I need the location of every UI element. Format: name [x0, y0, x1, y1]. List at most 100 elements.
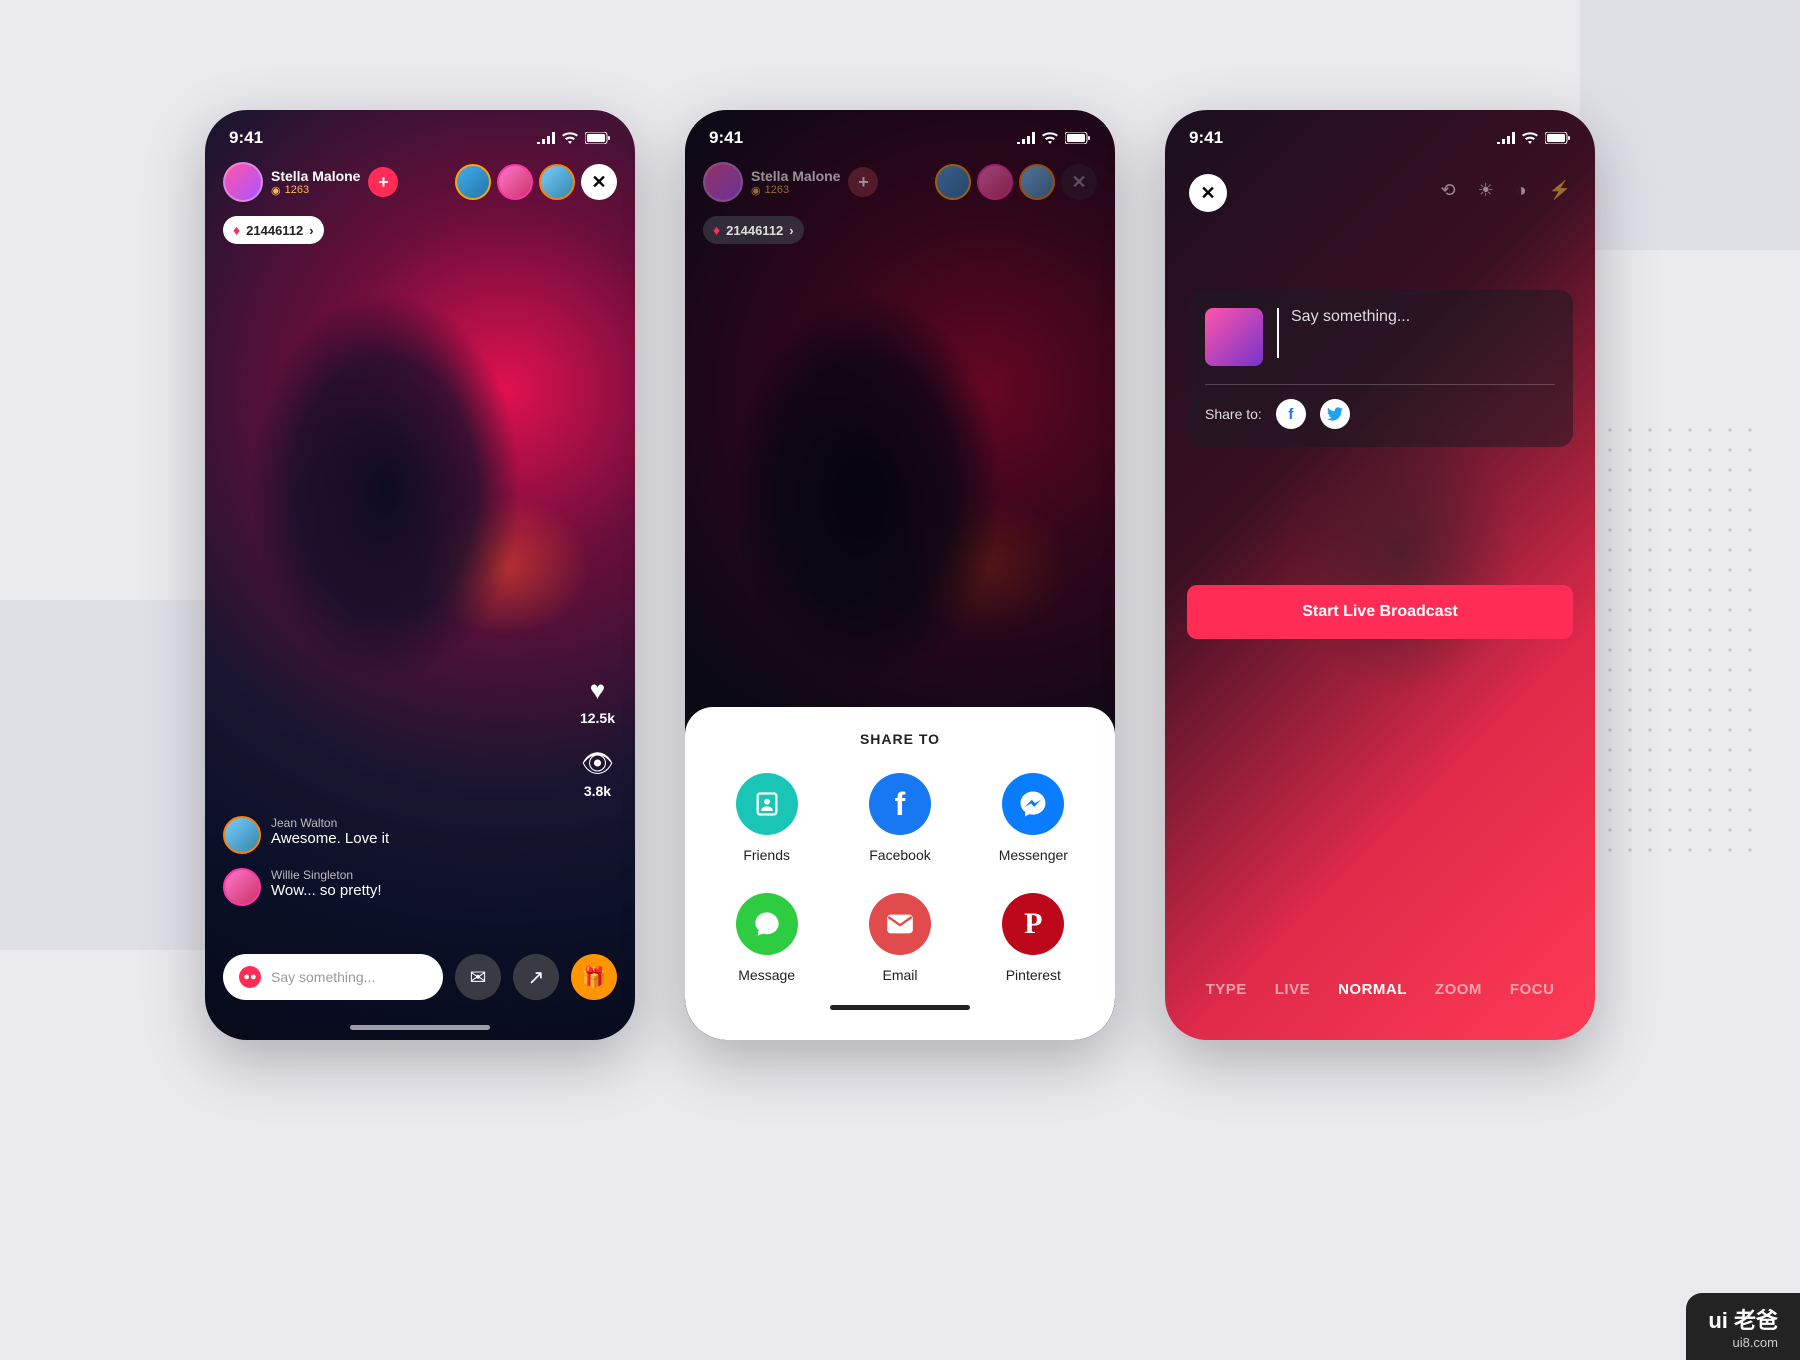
commenter-avatar[interactable]	[223, 868, 261, 906]
heart-icon: ♥	[580, 675, 615, 706]
wifi-icon	[1041, 132, 1059, 144]
wifi-icon	[1521, 132, 1539, 144]
start-broadcast-button[interactable]: Start Live Broadcast	[1187, 585, 1573, 639]
gems-badge: ♦ 21446112 ›	[703, 216, 804, 244]
home-indicator[interactable]	[830, 1005, 970, 1010]
viewer-avatar	[1019, 164, 1055, 200]
share-item-label: Email	[838, 967, 961, 983]
mail-icon: ✉	[470, 965, 487, 990]
wifi-icon	[561, 132, 579, 144]
viewer-avatar[interactable]	[497, 164, 533, 200]
camera-preview	[1165, 390, 1595, 1040]
brightness-icon[interactable]: ☀	[1478, 180, 1494, 201]
flash-icon[interactable]: ⚡	[1549, 180, 1571, 201]
gift-icon: 🎁	[582, 965, 607, 990]
inbox-button[interactable]: ✉	[455, 954, 501, 1000]
streamer-avatar[interactable]	[223, 162, 263, 202]
mode-focu[interactable]: FOCU	[1510, 981, 1555, 998]
share-item-pinterest[interactable]: P Pinterest	[972, 893, 1095, 983]
gem-icon: ♦	[233, 222, 240, 238]
close-button: ✕	[1061, 164, 1097, 200]
battery-icon	[1545, 132, 1571, 144]
caption-thumbnail[interactable]	[1205, 308, 1263, 366]
viewer-avatar	[935, 164, 971, 200]
comment-item: Willie Singleton Wow... so pretty!	[223, 868, 535, 906]
status-time: 9:41	[229, 128, 263, 148]
gift-button[interactable]: 🎁	[571, 954, 617, 1000]
email-icon	[869, 893, 931, 955]
streamer-name: Stella Malone	[751, 168, 840, 184]
messenger-icon	[1002, 773, 1064, 835]
mode-zoom[interactable]: ZOOM	[1435, 981, 1482, 998]
chat-input[interactable]: ●● Say something...	[223, 954, 443, 1000]
like-count: 12.5k	[580, 710, 615, 726]
streamer-view-count: ◉ 1263	[271, 184, 360, 197]
twitter-toggle[interactable]	[1320, 399, 1350, 429]
streamer-name: Stella Malone	[271, 168, 360, 184]
commenter-avatar[interactable]	[223, 816, 261, 854]
status-bar: 9:41	[205, 110, 635, 156]
streamer-header: Stella Malone ◉ 1263 + ✕	[685, 156, 1115, 208]
viewer-avatar	[977, 164, 1013, 200]
stream-video	[205, 280, 635, 800]
camera-mode-selector[interactable]: TYPE LIVE NORMAL ZOOM FOCU	[1165, 981, 1595, 998]
share-item-label: Friends	[705, 847, 828, 863]
share-sheet-title: SHARE TO	[705, 731, 1095, 747]
watermark: ui 老爸 ui8.com	[1686, 1293, 1800, 1360]
share-item-label: Messenger	[972, 847, 1095, 863]
watermark-brand: ui 老爸	[1708, 1303, 1778, 1335]
facebook-toggle[interactable]: f	[1276, 399, 1306, 429]
battery-icon	[1065, 132, 1091, 144]
comment-item: Jean Walton Awesome. Love it	[223, 816, 535, 854]
share-item-label: Message	[705, 967, 828, 983]
gem-icon: ♦	[713, 222, 720, 238]
status-bar: 9:41	[685, 110, 1115, 156]
follow-button[interactable]: +	[368, 167, 398, 197]
eye-icon: ◉	[271, 184, 281, 197]
divider	[1205, 384, 1555, 385]
commenter-name: Willie Singleton	[271, 868, 382, 882]
caption-card: Say something... Share to: f	[1187, 290, 1573, 447]
status-time: 9:41	[709, 128, 743, 148]
signal-icon	[1497, 132, 1515, 144]
pinterest-icon: P	[1002, 893, 1064, 955]
gems-count: 21446112	[726, 223, 783, 238]
share-icon: ↗	[528, 965, 545, 990]
mode-live[interactable]: LIVE	[1275, 981, 1310, 998]
share-to-label: Share to:	[1205, 406, 1262, 422]
share-item-facebook[interactable]: fFacebook	[838, 773, 961, 863]
share-item-label: Facebook	[838, 847, 961, 863]
phone-share-sheet: 9:41 Stella Malone ◉ 1263 + ✕ ♦ 21446112…	[685, 110, 1115, 1040]
share-item-message[interactable]: Message	[705, 893, 828, 983]
gems-badge[interactable]: ♦ 21446112 ›	[223, 216, 324, 244]
flip-camera-icon[interactable]: ⟲	[1440, 180, 1455, 201]
status-time: 9:41	[1189, 128, 1223, 148]
share-item-label: Pinterest	[972, 967, 1095, 983]
caption-input[interactable]: Say something...	[1277, 308, 1410, 358]
share-item-friends[interactable]: Friends	[705, 773, 828, 863]
mode-type[interactable]: TYPE	[1206, 981, 1247, 998]
message-icon	[736, 893, 798, 955]
viewer-avatar[interactable]	[539, 164, 575, 200]
watch-count: 3.8k	[580, 783, 615, 799]
eye-icon: ◉	[751, 184, 761, 197]
watch-stat[interactable]: 👁 3.8k	[580, 748, 615, 799]
mode-normal[interactable]: NORMAL	[1338, 981, 1407, 998]
commenter-name: Jean Walton	[271, 816, 389, 830]
watermark-site: ui8.com	[1708, 1335, 1778, 1350]
share-sheet: SHARE TO Friends fFacebook Messenger Messag…	[685, 707, 1115, 1040]
eye-icon: 👁	[580, 748, 615, 779]
share-button[interactable]: ↗	[513, 954, 559, 1000]
close-button[interactable]: ✕	[1189, 174, 1227, 212]
viewer-avatar[interactable]	[455, 164, 491, 200]
share-item-email[interactable]: Email	[838, 893, 961, 983]
home-indicator[interactable]	[350, 1025, 490, 1030]
comment-text: Awesome. Love it	[271, 830, 389, 847]
status-bar: 9:41	[1165, 110, 1595, 156]
streamer-avatar	[703, 162, 743, 202]
close-button[interactable]: ✕	[581, 164, 617, 200]
chevron-right-icon: ›	[309, 223, 313, 238]
share-item-messenger[interactable]: Messenger	[972, 773, 1095, 863]
filter-icon[interactable]: ◑	[1516, 180, 1527, 201]
like-stat[interactable]: ♥ 12.5k	[580, 675, 615, 726]
